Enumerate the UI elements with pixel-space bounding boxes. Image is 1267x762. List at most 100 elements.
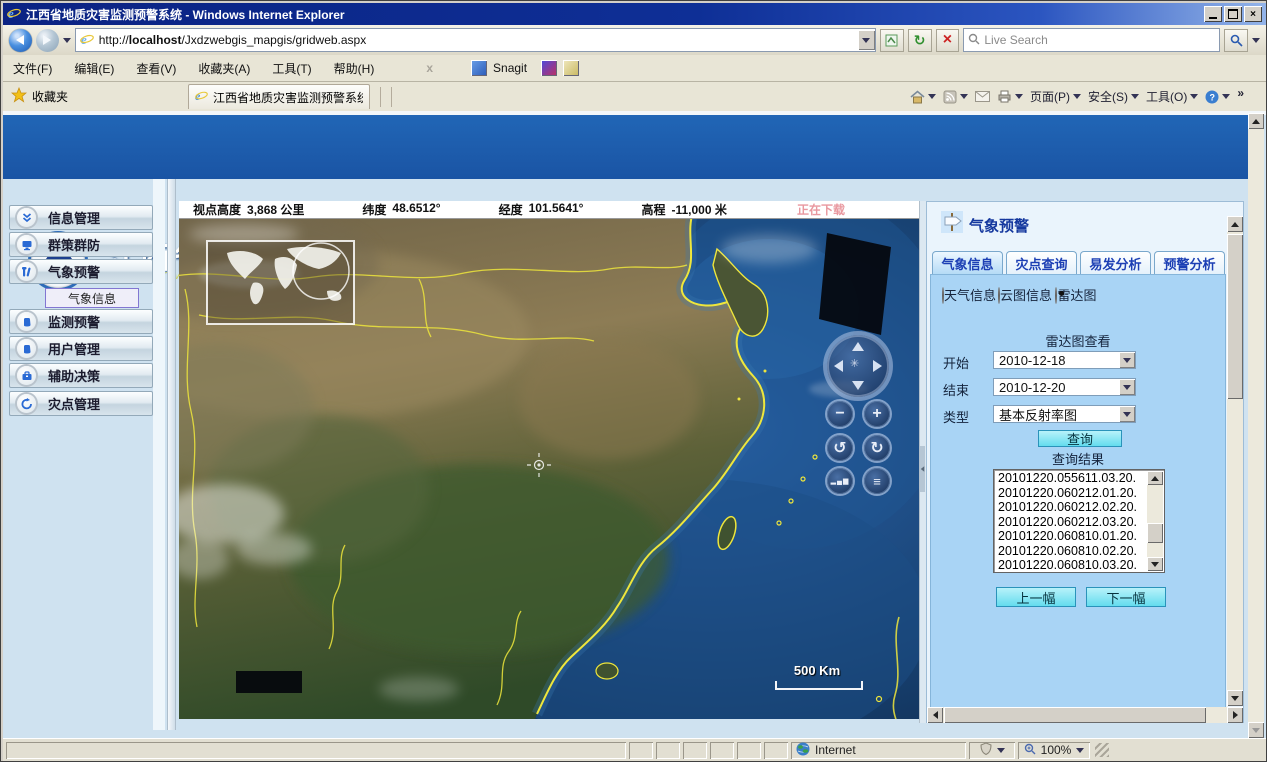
scrollbar-thumb[interactable] — [1147, 523, 1163, 543]
pan-down-icon[interactable] — [852, 381, 864, 390]
safety-menu[interactable]: 安全(S) — [1088, 88, 1139, 105]
snagit-capture-icon[interactable] — [541, 60, 557, 76]
sidebar-splitter[interactable] — [167, 179, 176, 730]
dropdown-arrow-icon[interactable] — [1119, 352, 1135, 368]
dropdown-arrow-icon[interactable] — [1119, 379, 1135, 395]
list-item[interactable]: 20101220.060212.02.20. — [995, 500, 1147, 515]
toolbar-close-icon[interactable]: x — [426, 61, 433, 75]
list-item[interactable]: 20101220.060212.03.20. — [995, 515, 1147, 530]
menu-tools[interactable]: 工具(T) — [272, 60, 311, 77]
sidebar-subitem-weather-info[interactable]: 气象信息 — [45, 288, 139, 308]
scroll-down-icon[interactable] — [1147, 557, 1163, 571]
panel-vertical-scrollbar[interactable] — [1227, 216, 1243, 706]
zoom-cell[interactable]: 100% — [1018, 742, 1090, 759]
pan-up-icon[interactable] — [852, 342, 864, 351]
layers-button[interactable]: ≡ — [864, 468, 890, 494]
help-button[interactable]: ? — [1205, 90, 1230, 104]
tab-hazard-query[interactable]: 灾点查询 — [1006, 251, 1077, 274]
menu-favorites[interactable]: 收藏夹(A) — [198, 60, 250, 77]
zoom-in-button[interactable]: + — [864, 401, 890, 427]
forward-button[interactable] — [36, 29, 59, 52]
overflow-chevron[interactable]: » — [1237, 86, 1244, 100]
scroll-right-icon[interactable] — [1227, 707, 1243, 723]
dropdown-arrow-icon[interactable] — [1119, 406, 1135, 422]
history-dropdown-icon[interactable] — [63, 38, 71, 43]
snagit-editor-icon[interactable] — [563, 60, 579, 76]
previous-image-button[interactable]: 上一幅 — [996, 587, 1076, 607]
search-options-dropdown-icon[interactable] — [1252, 38, 1260, 43]
radio-icon[interactable] — [942, 287, 944, 304]
scroll-left-icon[interactable] — [927, 707, 943, 723]
pan-compass-control[interactable]: ✳ — [827, 335, 889, 397]
sidebar-item-hazard-management[interactable]: 灾点管理 — [9, 391, 153, 416]
next-image-button[interactable]: 下一幅 — [1086, 587, 1166, 607]
compatibility-view-button[interactable] — [880, 29, 904, 52]
tab-weather-info[interactable]: 气象信息 — [932, 251, 1003, 274]
start-date-select[interactable]: 2010-12-18 — [993, 351, 1136, 369]
tools-menu[interactable]: 工具(O) — [1146, 88, 1198, 105]
scrollbar-thumb[interactable] — [1227, 234, 1243, 399]
sidebar-item-decision-support[interactable]: 辅助决策 — [9, 363, 153, 388]
back-button[interactable] — [9, 29, 32, 52]
radio-icon[interactable] — [998, 287, 1000, 304]
pan-left-icon[interactable] — [834, 360, 843, 372]
radio-cloud-image[interactable]: 云图信息 — [997, 285, 1053, 304]
scroll-up-icon[interactable] — [1227, 216, 1243, 232]
list-item[interactable]: 20101220.060212.01.20. — [995, 486, 1147, 501]
scrollbar-thumb[interactable] — [944, 707, 1206, 723]
resize-grip[interactable] — [1095, 743, 1109, 757]
minimize-button[interactable] — [1204, 6, 1222, 22]
feeds-button[interactable] — [943, 90, 968, 104]
scroll-down-icon[interactable] — [1248, 722, 1264, 738]
address-dropdown-icon[interactable] — [858, 30, 875, 50]
zoom-dropdown-icon[interactable] — [1076, 748, 1084, 753]
search-go-button[interactable] — [1224, 29, 1248, 52]
snagit-label[interactable]: Snagit — [493, 61, 527, 75]
read-mail-button[interactable] — [975, 91, 990, 102]
tab-warning-analysis[interactable]: 预警分析 — [1154, 251, 1225, 274]
radio-radar-image[interactable]: 雷达图 — [1053, 285, 1099, 304]
menu-edit[interactable]: 编辑(E) — [74, 60, 114, 77]
home-button[interactable] — [910, 90, 936, 104]
refresh-button[interactable]: ↻ — [908, 29, 932, 52]
page-menu[interactable]: 页面(P) — [1030, 88, 1081, 105]
tilt-button[interactable]: ▂▄▆ — [827, 468, 853, 494]
query-button[interactable]: 查询 — [1038, 430, 1122, 447]
type-select[interactable]: 基本反射率图 — [993, 405, 1136, 423]
scroll-down-icon[interactable] — [1227, 690, 1243, 706]
list-item[interactable]: 20101220.055611.03.20. — [995, 471, 1147, 486]
protected-mode-dropdown-icon[interactable] — [997, 748, 1005, 753]
favorites-button[interactable]: 收藏夹 — [32, 88, 68, 105]
sidebar-item-monitor-warning[interactable]: 监测预警 — [9, 309, 153, 334]
menu-help[interactable]: 帮助(H) — [334, 60, 375, 77]
scroll-up-icon[interactable] — [1147, 471, 1163, 485]
stop-button[interactable]: × — [936, 29, 960, 52]
address-input[interactable]: e http://localhost/Jxdzwebgis_mapgis/gri… — [75, 28, 876, 52]
sidebar-item-weather-warning[interactable]: 气象预警 — [9, 259, 153, 284]
search-input[interactable]: Live Search — [963, 28, 1220, 52]
globe-map[interactable]: ✳ − + ↺ ↻ ▂▄▆ ≡ 500 Km — [179, 219, 919, 719]
pan-right-icon[interactable] — [873, 360, 882, 372]
listbox-scrollbar[interactable] — [1147, 471, 1163, 571]
panel-horizontal-scrollbar[interactable] — [927, 707, 1243, 723]
protected-mode-cell[interactable] — [969, 742, 1015, 759]
rotate-left-button[interactable]: ↺ — [827, 435, 853, 461]
menu-file[interactable]: 文件(F) — [13, 60, 52, 77]
results-listbox[interactable]: 20101220.055611.03.20. 20101220.060212.0… — [993, 469, 1165, 573]
page-vertical-scrollbar[interactable] — [1248, 113, 1264, 738]
list-item[interactable]: 20101220.060810.01.20. — [995, 529, 1147, 544]
sidebar-item-group-prevention[interactable]: 群策群防 — [9, 232, 153, 257]
rotate-right-button[interactable]: ↻ — [864, 435, 890, 461]
print-button[interactable] — [997, 90, 1023, 103]
menu-view[interactable]: 查看(V) — [136, 60, 176, 77]
end-date-select[interactable]: 2010-12-20 — [993, 378, 1136, 396]
list-item[interactable]: 20101220.060810.02.20. — [995, 544, 1147, 559]
browser-tab[interactable]: e 江西省地质灾害监测预警系统 — [188, 84, 370, 109]
list-item[interactable]: 20101220.060810.03.20. — [995, 558, 1147, 573]
sidebar-item-info-management[interactable]: 信息管理 — [9, 205, 153, 230]
radio-weather-info[interactable]: 天气信息 — [941, 285, 997, 304]
panel-collapse-handle[interactable] — [920, 446, 925, 492]
zoom-out-button[interactable]: − — [827, 401, 853, 427]
tab-susceptibility-analysis[interactable]: 易发分析 — [1080, 251, 1151, 274]
close-button[interactable]: × — [1244, 6, 1262, 22]
